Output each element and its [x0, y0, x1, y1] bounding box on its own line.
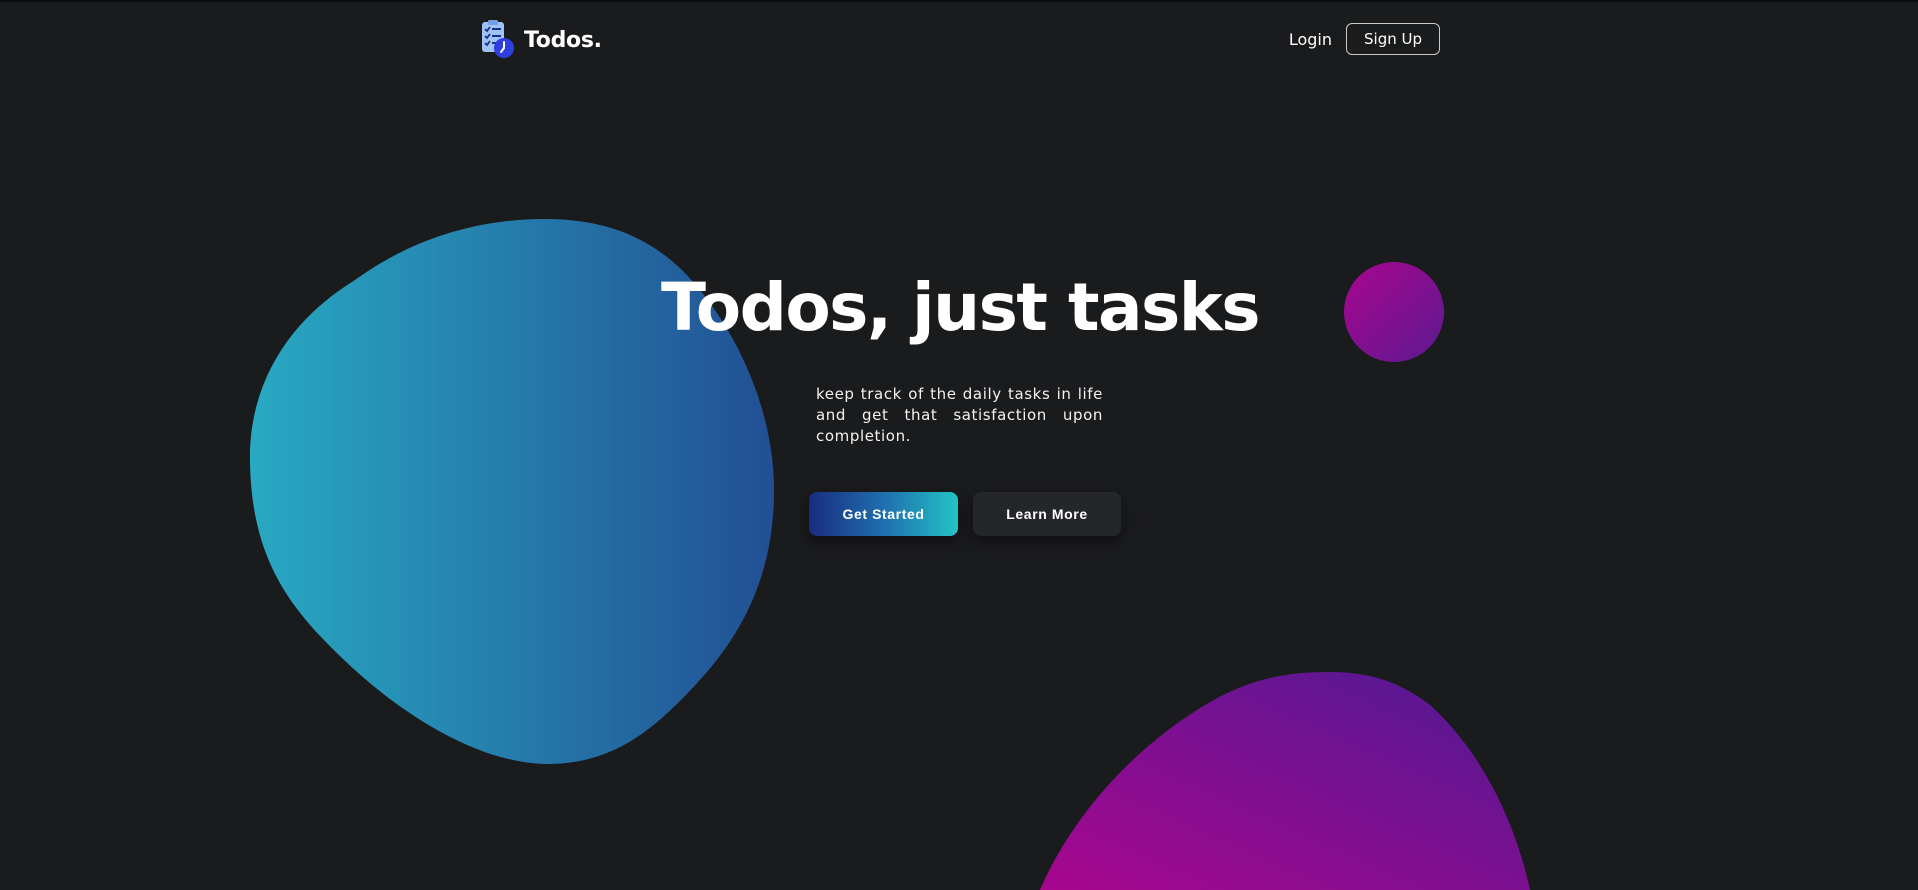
brand-name: Todos. — [524, 27, 602, 53]
checklist-clock-icon — [482, 20, 514, 58]
header-nav: Login Sign Up — [1289, 23, 1440, 55]
decorative-circle-magenta — [1344, 262, 1444, 362]
decorative-blob-magenta — [1040, 672, 1530, 890]
site-header: Todos. Login Sign Up — [0, 0, 1918, 80]
signup-button[interactable]: Sign Up — [1346, 23, 1440, 55]
brand[interactable]: Todos. — [480, 20, 602, 60]
hero-actions: Get Started Learn More — [809, 492, 1121, 536]
hero-title: Todos, just tasks — [661, 269, 1261, 346]
get-started-button[interactable]: Get Started — [809, 492, 958, 536]
hero-description: keep track of the daily tasks in life an… — [816, 385, 1103, 445]
login-link[interactable]: Login — [1289, 30, 1332, 49]
learn-more-button[interactable]: Learn More — [973, 492, 1121, 536]
